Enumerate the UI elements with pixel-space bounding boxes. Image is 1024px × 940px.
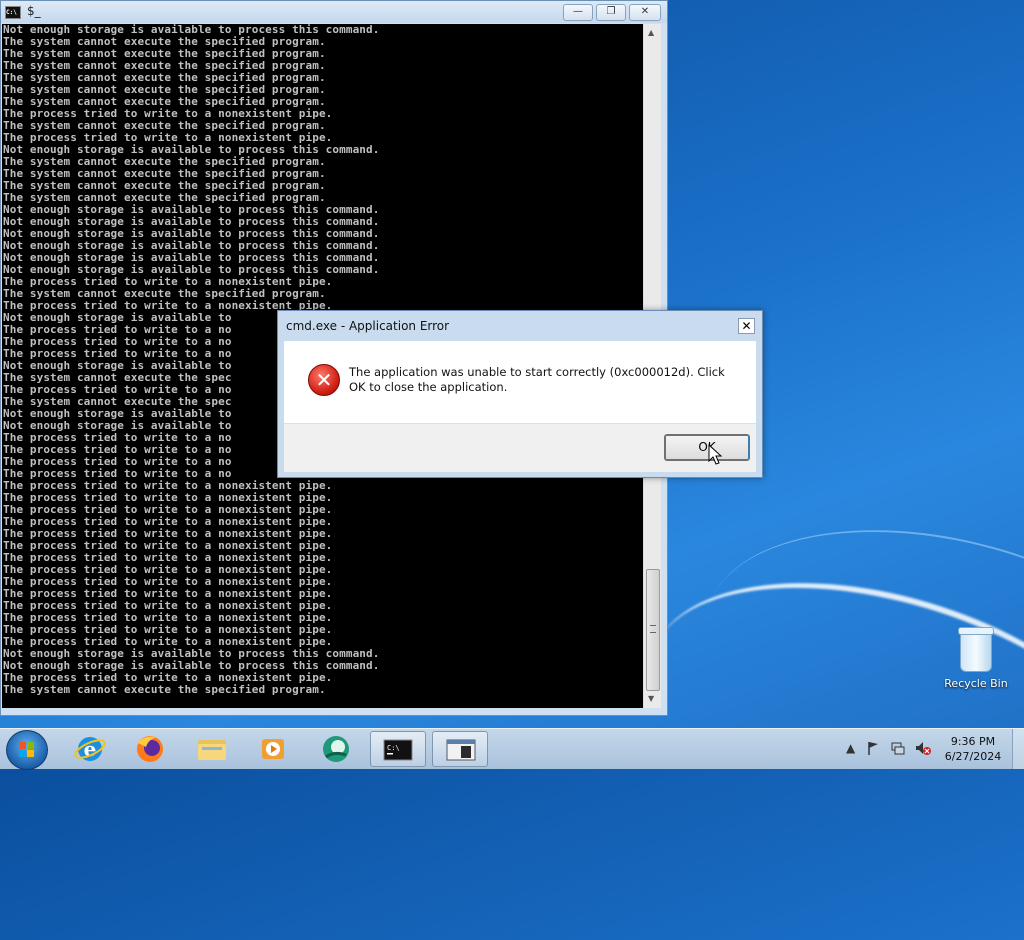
recycle-bin-label: Recycle Bin xyxy=(944,677,1008,690)
volume-muted-icon[interactable] xyxy=(914,740,932,756)
taskbar-internet-explorer[interactable]: e xyxy=(62,731,118,767)
dialog-title: cmd.exe - Application Error xyxy=(286,319,450,333)
restore-button[interactable]: ❐ xyxy=(596,4,626,21)
clock[interactable]: 9:36 PM 6/27/2024 xyxy=(938,734,1008,764)
dialog-footer: OK xyxy=(284,423,756,472)
ok-button[interactable]: OK xyxy=(664,434,750,461)
app-circle-icon xyxy=(323,736,349,762)
console-icon: C:\ xyxy=(5,6,21,19)
taskbar-window-app[interactable] xyxy=(432,731,488,767)
firefox-icon xyxy=(137,736,163,762)
show-hidden-icons-chevron-icon[interactable]: ▲ xyxy=(846,741,855,755)
action-center-flag-icon[interactable] xyxy=(866,740,880,756)
dialog-close-button[interactable]: ✕ xyxy=(738,318,755,334)
start-button[interactable] xyxy=(6,730,48,770)
minimize-button[interactable]: — xyxy=(563,4,593,21)
console-line: The system cannot execute the specified … xyxy=(3,683,326,696)
windows-logo-icon xyxy=(19,742,35,758)
taskbar: e C:\ ▲ 9:36 PM 6/27/2024 xyxy=(0,728,1024,770)
recycle-bin[interactable]: Recycle Bin xyxy=(940,627,1012,690)
console-title: $_ xyxy=(27,4,41,18)
dialog-message: The application was unable to start corr… xyxy=(349,365,725,394)
clock-date: 6/27/2024 xyxy=(944,750,1002,763)
taskbar-media-player[interactable] xyxy=(246,731,302,767)
taskbar-command-prompt[interactable]: C:\ xyxy=(370,731,426,767)
window-app-icon xyxy=(446,739,476,761)
internet-explorer-icon: e xyxy=(74,737,106,761)
media-player-icon xyxy=(262,739,284,759)
scroll-up-arrow-icon[interactable]: ▲ xyxy=(648,28,654,37)
clock-time: 9:36 PM xyxy=(950,735,996,748)
application-error-dialog[interactable]: cmd.exe - Application Error ✕ ✕ The appl… xyxy=(277,310,763,478)
close-button[interactable]: ✕ xyxy=(629,4,661,21)
recycle-bin-icon xyxy=(958,627,994,672)
taskbar-file-explorer[interactable] xyxy=(184,731,240,767)
network-icon[interactable] xyxy=(890,740,906,756)
svg-text:C:\: C:\ xyxy=(387,744,400,752)
taskbar-app-circle[interactable] xyxy=(308,731,364,767)
show-desktop-button[interactable] xyxy=(1012,729,1024,769)
dialog-content: ✕ The application was unable to start co… xyxy=(284,341,756,433)
grip-icon xyxy=(650,625,656,633)
folder-icon xyxy=(198,740,226,760)
command-prompt-icon: C:\ xyxy=(383,739,413,761)
scroll-down-arrow-icon[interactable]: ▼ xyxy=(648,694,654,703)
scroll-thumb[interactable] xyxy=(646,569,660,691)
console-titlebar[interactable]: C:\ $_ — ❐ ✕ xyxy=(1,1,667,23)
taskbar-firefox[interactable] xyxy=(122,731,178,767)
error-icon: ✕ xyxy=(308,364,340,396)
mouse-cursor-icon xyxy=(708,444,722,465)
